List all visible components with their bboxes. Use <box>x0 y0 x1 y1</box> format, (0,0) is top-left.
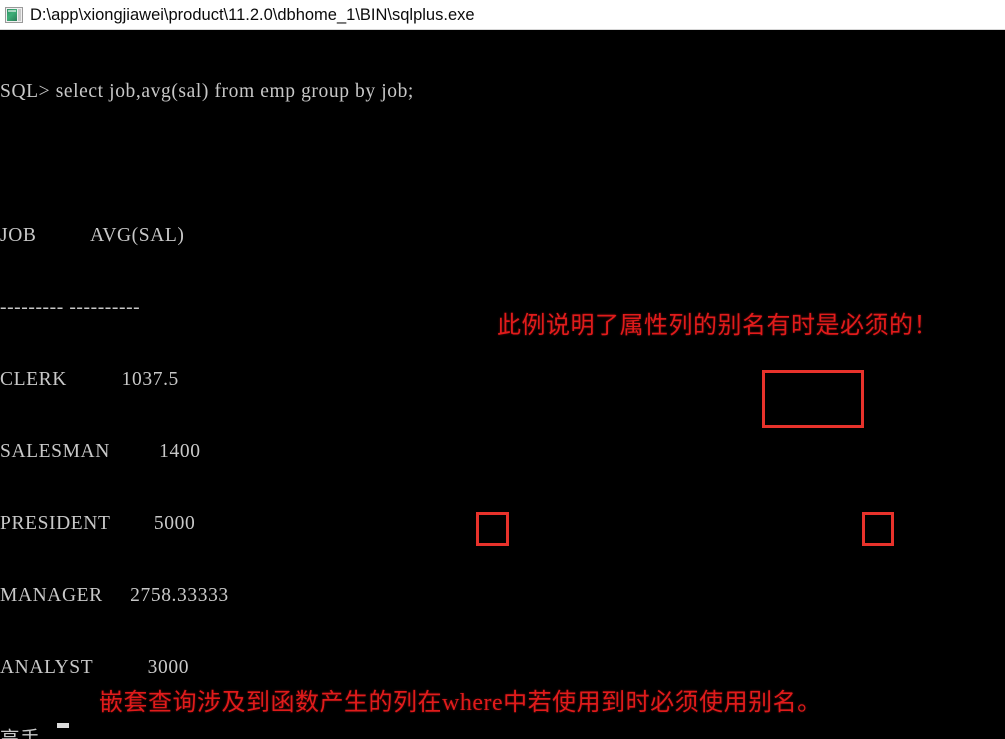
terminal-line: CLERK 1037.5 <box>0 369 179 390</box>
window-title: D:\app\xiongjiawei\product\11.2.0\dbhome… <box>30 5 475 24</box>
terminal-line: SALESMAN 1400 <box>0 441 201 462</box>
terminal-line: PRESIDENT 5000 <box>0 513 196 534</box>
console-icon-side <box>18 8 21 21</box>
console-icon-screen <box>7 8 17 21</box>
console-window-icon <box>5 6 23 23</box>
annotation-bottom-note: 嵌套查询涉及到函数产生的列在where中若使用到时必须使用别名。 <box>99 690 822 716</box>
terminal-output-area[interactable]: SQL> select job,avg(sal) from emp group … <box>0 30 1005 739</box>
annotation-top-note: 此例说明了属性列的别名有时是必须的！ <box>497 313 938 339</box>
terminal-text: SQL> select job,avg(sal) from emp group … <box>0 32 1005 739</box>
terminal-line: SQL> select job,avg(sal) from emp group … <box>0 81 414 102</box>
text-cursor <box>57 723 69 728</box>
terminal-line: 高手 <box>0 728 1005 739</box>
title-bar: D:\app\xiongjiawei\product\11.2.0\dbhome… <box>0 0 1005 30</box>
terminal-line: ANALYST 3000 <box>0 657 190 678</box>
terminal-line: MANAGER 2758.33333 <box>0 585 229 606</box>
sqlplus-window: D:\app\xiongjiawei\product\11.2.0\dbhome… <box>0 0 1005 739</box>
terminal-line: JOB AVG(SAL) <box>0 225 185 246</box>
